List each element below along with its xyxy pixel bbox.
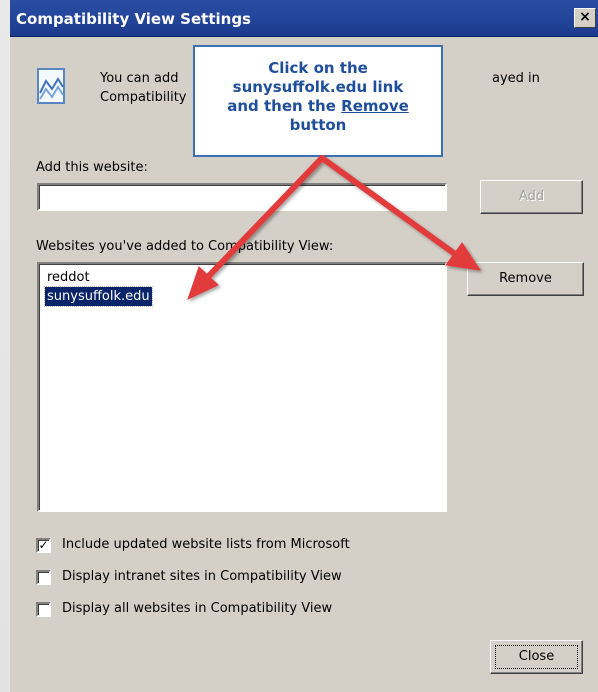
remove-button[interactable]: Remove [467,262,584,296]
title-bar[interactable]: Compatibility View Settings × [10,0,598,37]
close-button[interactable]: Close [490,640,583,674]
add-button[interactable]: Add [480,180,583,214]
description-line1-start: You can add [100,71,179,86]
add-website-label: Add this website: [36,160,148,175]
added-websites-list[interactable]: reddot sunysuffolk.edu [37,262,447,512]
callout-line1: Click on the [268,59,368,77]
include-updated-lists-label: Include updated website lists from Micro… [62,537,350,552]
close-button-focus-ring [495,645,578,669]
callout-line3-prefix: and then the [227,97,336,115]
callout-line2: sunysuffolk.edu link [232,78,404,96]
display-all-websites-checkbox[interactable] [36,602,51,617]
display-intranet-label: Display intranet sites in Compatibility … [62,569,342,584]
instruction-callout: Click on the sunysuffolk.edu link and th… [193,45,443,157]
list-item-reddot[interactable]: reddot [45,268,92,287]
page: Compatibility View Settings × You can ad… [0,0,598,692]
display-intranet-checkbox[interactable] [36,570,51,585]
description-line2-start: Compatibility [100,90,187,105]
display-all-websites-label: Display all websites in Compatibility Vi… [62,601,333,616]
added-websites-label: Websites you've added to Compatibility V… [36,239,334,254]
include-updated-lists-checkbox[interactable]: ✓ [36,538,51,553]
description-line1-end: ayed in [492,71,540,86]
callout-remove-link: Remove [341,97,409,115]
close-window-icon[interactable]: × [574,8,596,28]
add-website-input[interactable] [37,183,447,211]
callout-line4: button [289,116,347,134]
compatibility-view-dialog: You can add ayed in Compatibility Click … [10,37,598,692]
callout-line3: and then the Remove [195,97,441,116]
window-title: Compatibility View Settings [16,10,251,28]
list-item-sunysuffolk[interactable]: sunysuffolk.edu [44,286,153,307]
compatibility-view-icon [37,68,65,104]
